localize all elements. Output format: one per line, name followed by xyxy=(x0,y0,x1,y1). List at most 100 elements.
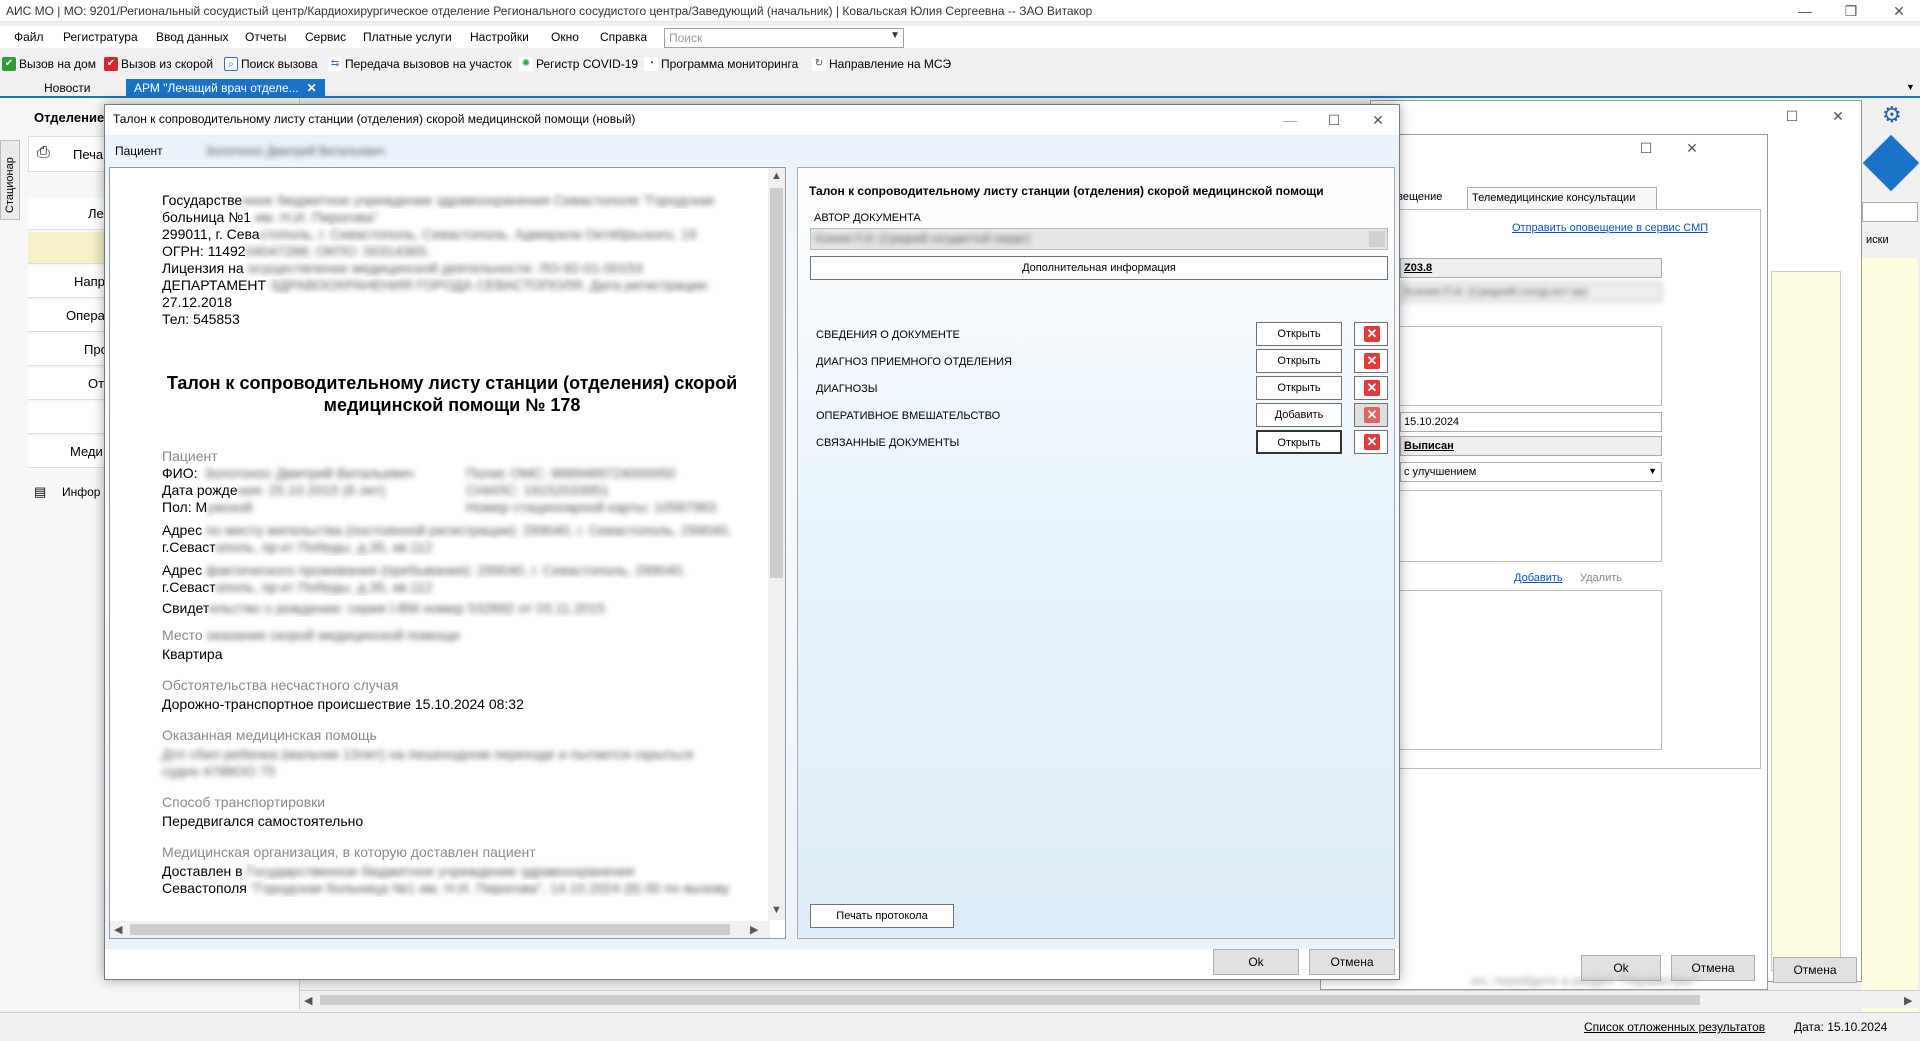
header-line: 299011, г. Севастополь, г. Севастополь, … xyxy=(162,226,697,242)
menu-registry[interactable]: Регистратура xyxy=(63,30,138,44)
bg-list xyxy=(1771,271,1841,971)
vertical-tab-hospital[interactable]: Стационар xyxy=(0,140,20,220)
virus-icon: ✺ xyxy=(519,57,533,71)
discharge-date-field[interactable]: 15.10.2024 xyxy=(1400,412,1662,432)
org-value: Доставлен в Государственное бюджетное уч… xyxy=(162,863,635,879)
scroll-thumb[interactable] xyxy=(320,995,1700,1005)
close-button[interactable]: ✕ xyxy=(1677,139,1707,157)
restore-button[interactable]: ❐ xyxy=(1836,2,1866,20)
delete-x-icon: ✕ xyxy=(1364,353,1380,369)
menu-settings[interactable]: Настройки xyxy=(470,30,529,44)
scroll-left-icon[interactable]: ◀ xyxy=(304,994,312,1007)
menu-service[interactable]: Сервис xyxy=(305,30,346,44)
scroll-thumb[interactable] xyxy=(130,924,730,935)
author-field[interactable]: Ксения П.И. (Средний сосудистый хирург) xyxy=(810,228,1388,250)
dialog-title: Талон к сопроводительному листу станции … xyxy=(113,112,636,126)
menu-data-entry[interactable]: Ввод данных xyxy=(156,30,229,44)
scroll-thumb[interactable] xyxy=(770,188,783,578)
monitoring-label: Программа мониторинга xyxy=(661,57,799,71)
restore-button[interactable]: ☐ xyxy=(1631,139,1661,157)
delete-link[interactable]: Удалить xyxy=(1580,572,1622,584)
minimize-button[interactable]: — xyxy=(1275,111,1305,129)
scroll-right-icon[interactable]: ▶ xyxy=(1904,994,1912,1007)
open-button[interactable]: Открыть xyxy=(1256,376,1342,400)
section-row-admission-diagnosis: ДИАГНОЗ ПРИЕМНОГО ОТДЕЛЕНИЯ Открыть ✕ xyxy=(816,349,1390,375)
bg-cancel-button-2[interactable]: Отмена xyxy=(1773,957,1857,983)
outcome-select[interactable]: с улучшением ▼ xyxy=(1400,462,1662,482)
vertical-scrollbar[interactable]: ▲ ▼ xyxy=(768,168,785,920)
house-call-button[interactable]: ✔ Вызов на дом xyxy=(2,55,96,73)
ok-button[interactable]: Ok xyxy=(1213,949,1299,975)
patient-bar: Пациент Золотонос Дмитрий Витальевич xyxy=(105,135,1399,167)
add-button[interactable]: Добавить xyxy=(1256,403,1342,427)
gear-icon[interactable]: ⚙ xyxy=(1882,102,1902,128)
chevron-down-icon[interactable]: ▼ xyxy=(890,30,900,41)
search-call-button[interactable]: ⌕ Поиск вызова xyxy=(224,55,318,73)
transfer-icon: ⇆ xyxy=(328,57,342,71)
status-date: Дата: 15.10.2024 xyxy=(1794,1020,1888,1034)
open-button[interactable]: Открыть xyxy=(1256,430,1342,454)
search-call-label: Поиск вызова xyxy=(241,57,318,71)
addr-reg-row: Адрес по месту жительства (постоянной ре… xyxy=(162,522,732,538)
tab-news[interactable]: Новости xyxy=(36,79,98,98)
status-field[interactable]: Выписан xyxy=(1400,436,1662,456)
sex-value: ужской xyxy=(207,499,253,515)
covid-register-button[interactable]: ✺ Регистр COVID-19 xyxy=(519,55,638,73)
author-select-button[interactable] xyxy=(1369,231,1385,247)
menu-window[interactable]: Окно xyxy=(551,30,579,44)
close-button[interactable]: ✕ xyxy=(1884,2,1914,20)
print-label[interactable]: Печа xyxy=(73,147,103,162)
monitoring-button[interactable]: ◔ Программа мониторинга xyxy=(644,55,798,73)
open-button[interactable]: Открыть xyxy=(1256,322,1342,346)
tab-arm[interactable]: АРМ "Лечащий врач отделе... ✕ xyxy=(126,79,325,98)
delete-button[interactable]: ✕ xyxy=(1354,322,1388,346)
diagnosis-code-field[interactable]: Z03.8 xyxy=(1400,258,1662,278)
scroll-left-icon[interactable]: ◀ xyxy=(114,923,122,936)
tab-telemedicine[interactable]: Телемедицинские консультации xyxy=(1467,187,1657,209)
maximize-button[interactable]: ☐ xyxy=(1319,111,1349,129)
org-value-2: Севастополя "Городская больница №1 им. Н… xyxy=(162,880,730,896)
print-protocol-button[interactable]: Печать протокола xyxy=(810,904,954,928)
department-header: Отделение xyxy=(34,110,105,125)
close-button[interactable]: ✕ xyxy=(1823,107,1853,125)
sex-label: Пол: М xyxy=(162,499,208,515)
close-button[interactable]: ✕ xyxy=(1363,111,1393,129)
document-content: Государственное бюджетное учреждение здр… xyxy=(162,192,742,897)
doctor-field[interactable]: Ксения П.И. (Средний сосуд.ист ор) xyxy=(1400,282,1662,302)
cancel-button[interactable]: Отмена xyxy=(1309,949,1395,975)
additional-info-button[interactable]: Дополнительная информация xyxy=(810,256,1388,280)
restore-button[interactable]: ☐ xyxy=(1777,107,1807,125)
horizontal-scrollbar[interactable]: ◀ ▶ xyxy=(110,921,770,938)
printer-icon[interactable]: ⎙ xyxy=(37,144,50,162)
mse-referral-button[interactable]: ↻ Направление на МСЭ xyxy=(812,55,951,73)
document-preview[interactable]: Государственное бюджетное учреждение здр… xyxy=(109,167,786,939)
send-notification-link[interactable]: Отправить оповещение в сервис СМП xyxy=(1512,222,1708,234)
delete-button[interactable]: ✕ xyxy=(1354,349,1388,373)
scroll-right-icon[interactable]: ▶ xyxy=(750,923,758,936)
close-tab-icon[interactable]: ✕ xyxy=(307,81,317,95)
tab-overflow-icon[interactable]: ▼ xyxy=(1906,82,1915,92)
add-link[interactable]: Добавить xyxy=(1514,572,1563,584)
open-button[interactable]: Открыть xyxy=(1256,349,1342,373)
deferred-results-link[interactable]: Список отложенных результатов xyxy=(1584,1020,1765,1034)
chevron-down-icon[interactable]: ▼ xyxy=(1648,466,1657,476)
delete-button[interactable]: ✕ xyxy=(1354,403,1388,427)
search-input[interactable]: Поиск ▼ xyxy=(664,28,904,48)
delete-button[interactable]: ✕ xyxy=(1354,376,1388,400)
menu-help[interactable]: Справка xyxy=(600,30,647,44)
transfer-calls-button[interactable]: ⇆ Передача вызовов на участок xyxy=(328,55,512,73)
side-field[interactable] xyxy=(1862,202,1918,222)
author-value: Ксения П.И. (Средний сосудистый хирург) xyxy=(815,233,1031,245)
addr-fact-row: Адрес фактического проживания (пребывани… xyxy=(162,562,686,578)
app-horizontal-scrollbar[interactable]: ◀ ▶ xyxy=(300,990,1920,1008)
delete-button[interactable]: ✕ xyxy=(1354,430,1388,454)
menu-file[interactable]: Файл xyxy=(14,30,44,44)
ambulance-call-button[interactable]: ✔ Вызов из скорой xyxy=(104,55,213,73)
scroll-down-icon[interactable]: ▼ xyxy=(771,904,782,916)
minimize-button[interactable]: — xyxy=(1790,2,1820,20)
menu-reports[interactable]: Отчеты xyxy=(245,30,286,44)
info-label[interactable]: Инфор xyxy=(62,485,100,499)
menu-paid-services[interactable]: Платные услуги xyxy=(363,30,452,44)
circumstances-label: Обстоятельства несчастного случая xyxy=(162,677,399,693)
scroll-up-icon[interactable]: ▲ xyxy=(771,170,782,182)
